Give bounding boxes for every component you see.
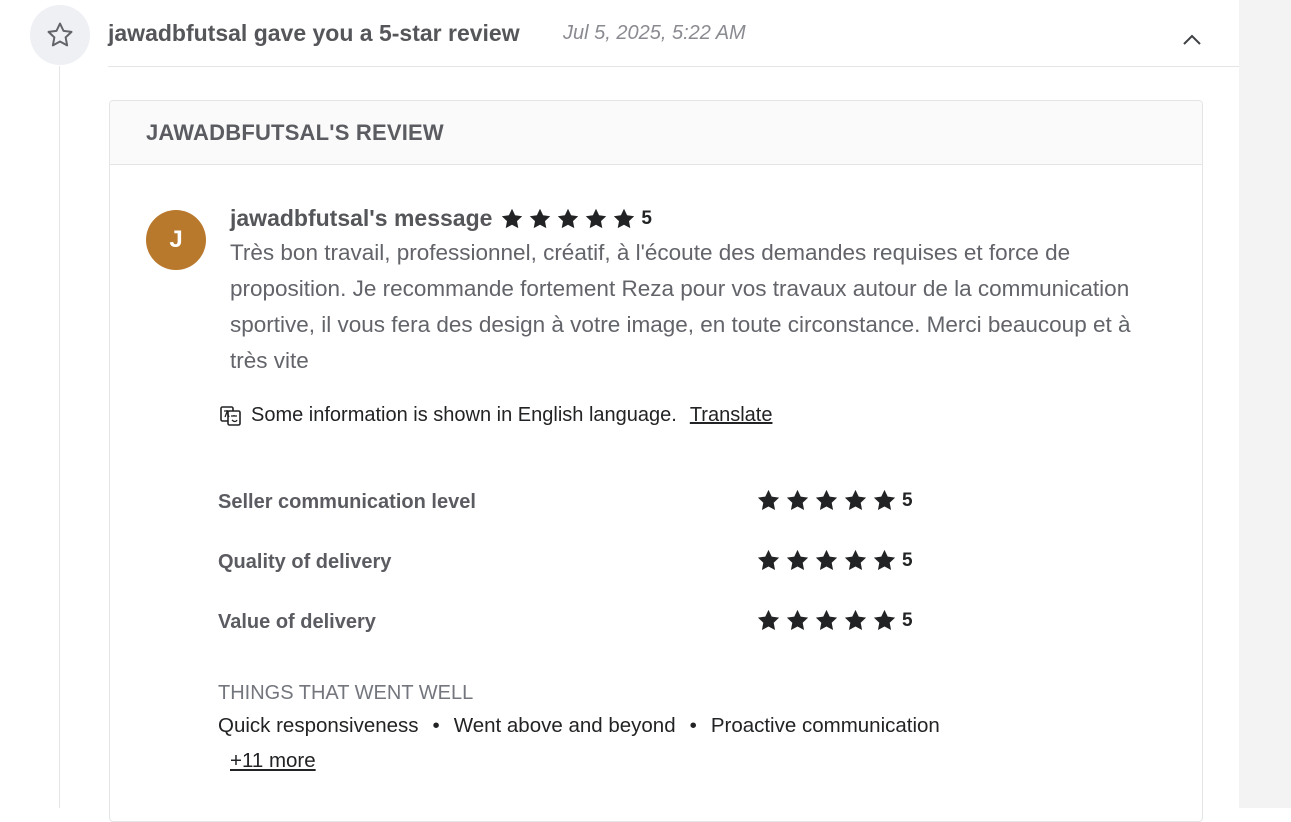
translate-icon [220,405,241,426]
rating-value: 5 [902,489,913,511]
overall-star-rating [500,207,640,231]
star-outline-icon [30,5,90,65]
rating-value: 5 [902,549,913,571]
star-icon [873,549,896,570]
star-icon [757,609,780,630]
star-rating [756,488,901,513]
rating-label: Value of delivery [218,611,376,633]
review-message: Très bon travail, professionnel, créatif… [230,240,1131,373]
page-side-gutter [1239,0,1291,808]
star-icon [815,489,838,510]
went-well-item: Proactive communication [710,714,940,737]
star-rating [756,548,901,573]
star-icon [757,549,780,570]
star-icon [786,609,809,630]
star-icon [786,549,809,570]
rating-value: 5 [902,609,913,631]
message-author: jawadbfutsal's message [230,205,493,231]
star-icon [873,609,896,630]
went-well-list: Quick responsiveness • Went above and be… [218,714,940,738]
rating-row-value: Value of delivery 5 [218,608,918,638]
rating-stars: 5 [756,488,913,513]
review-card: JAWADBFUTSAL'S REVIEW J jawadbfutsal's m… [109,100,1203,822]
star-icon [502,208,523,228]
went-well-item: Quick responsiveness [218,714,419,737]
rating-stars: 5 [756,608,913,633]
star-icon [844,549,867,570]
went-well-item: Went above and beyond [453,714,676,737]
rating-label: Quality of delivery [218,551,392,573]
avatar: J [146,210,206,270]
star-icon [586,208,607,228]
star-icon [558,208,579,228]
star-rating [756,608,901,633]
rating-stars: 5 [756,548,913,573]
star-icon [614,208,635,228]
review-card-title: JAWADBFUTSAL'S REVIEW [146,119,444,145]
overall-rating-value: 5 [641,207,652,229]
rating-row-communication: Seller communication level 5 [218,488,918,518]
chevron-up-icon [1183,34,1201,45]
went-well-title: THINGS THAT WENT WELL [218,682,474,704]
timeline-line [59,66,60,808]
event-date: Jul 5, 2025, 5:22 AM [563,22,746,44]
star-icon [844,489,867,510]
translate-link[interactable]: Translate [690,404,773,427]
header-divider [108,66,1239,67]
rating-row-quality: Quality of delivery 5 [218,548,918,578]
translate-row: Some information is shown in English lan… [220,404,772,427]
star-icon [815,549,838,570]
translate-notice: Some information is shown in English lan… [251,404,677,426]
star-icon [815,609,838,630]
rating-label: Seller communication level [218,491,476,513]
collapse-button[interactable] [1176,26,1208,54]
event-title: jawadbfutsal gave you a 5-star review [108,20,520,46]
star-icon [786,489,809,510]
star-icon [844,609,867,630]
star-icon [530,208,551,228]
more-link[interactable]: +11 more [230,749,316,773]
review-card-header: JAWADBFUTSAL'S REVIEW [110,101,1202,165]
star-icon [757,489,780,510]
bullet-separator: • [689,714,697,737]
bullet-separator: • [432,714,440,737]
star-icon [873,489,896,510]
message-header: jawadbfutsal's message 5 [230,205,652,232]
